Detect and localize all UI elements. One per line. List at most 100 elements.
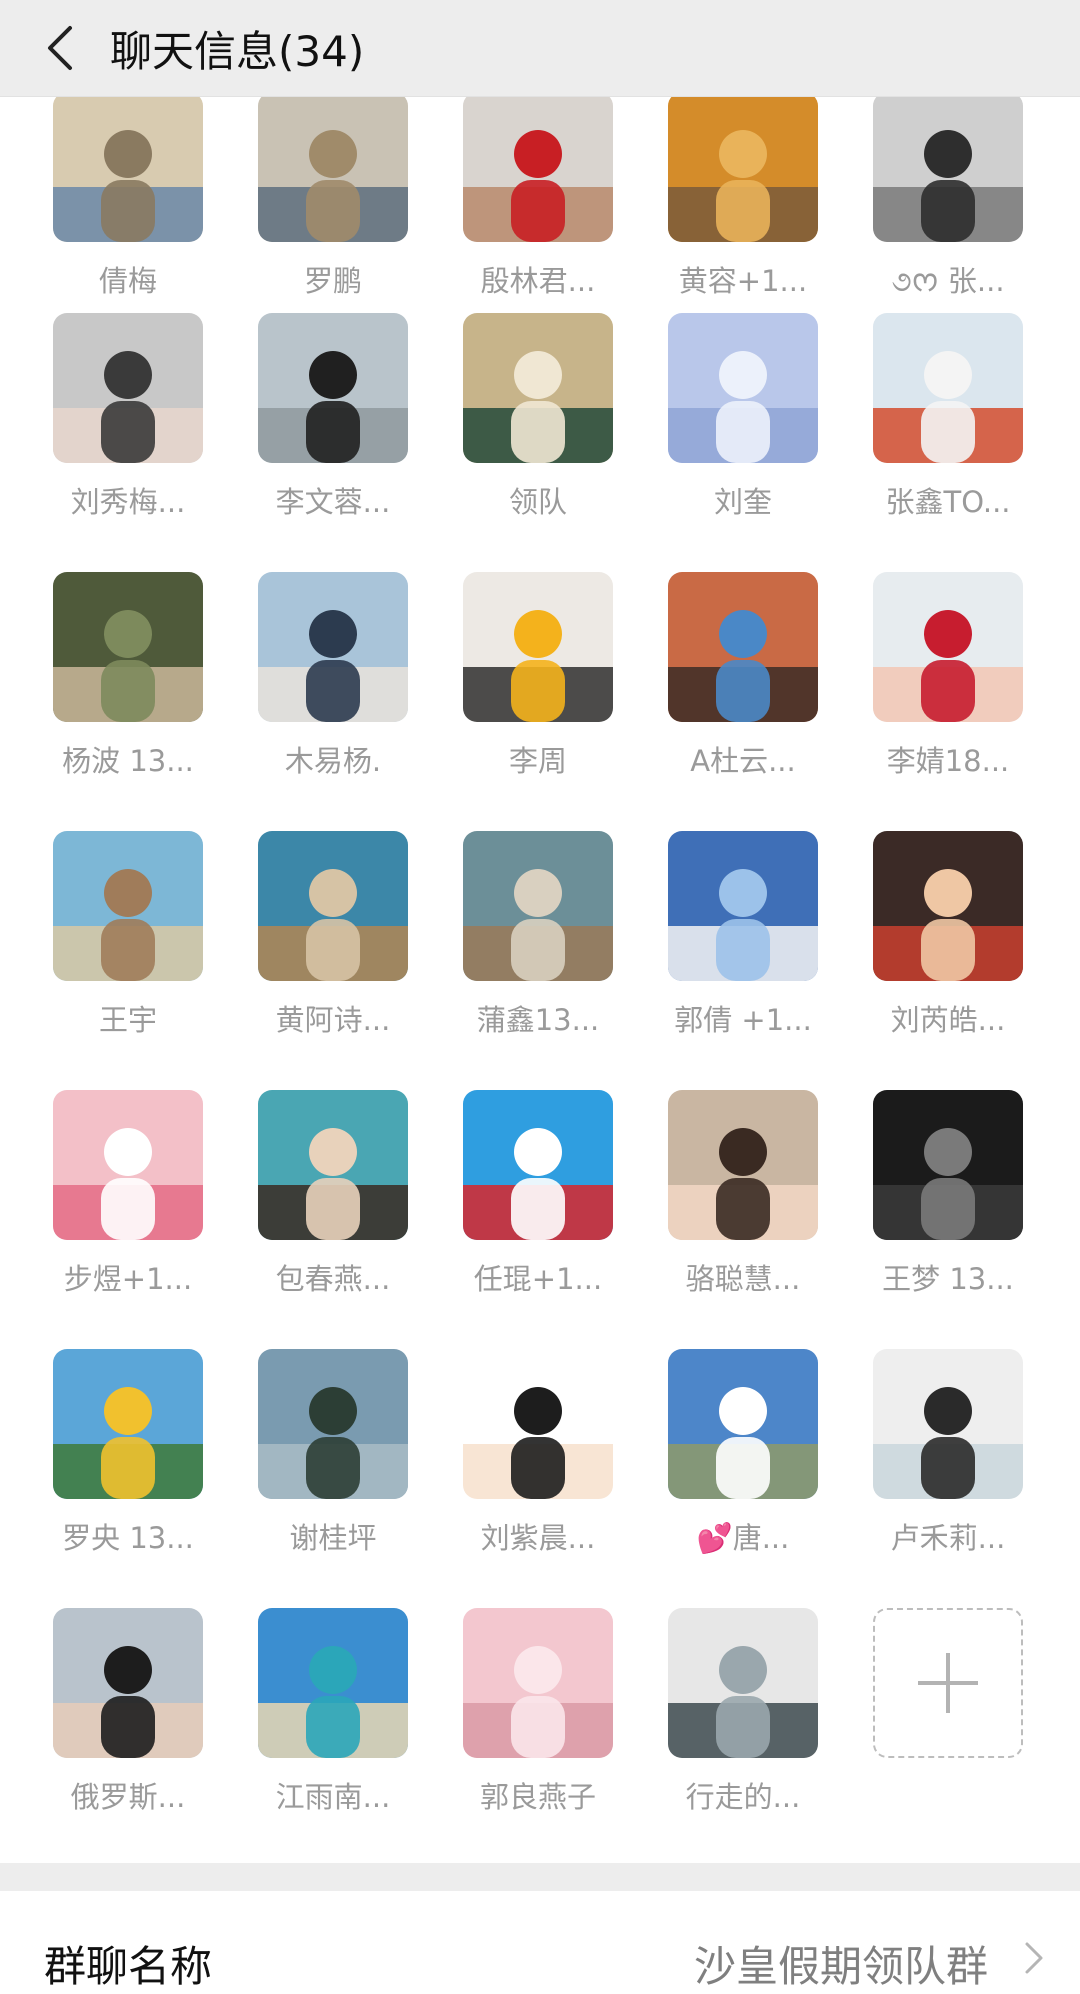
member-avatar — [668, 1349, 818, 1499]
member-name: 俄罗斯... — [70, 1780, 186, 1814]
member-tile[interactable]: 领队 — [448, 313, 628, 543]
member-tile[interactable]: 谢桂坪 — [243, 1349, 423, 1579]
member-tile[interactable]: 刘奎 — [653, 313, 833, 543]
member-tile[interactable]: 木易杨. — [243, 572, 423, 802]
member-avatar — [258, 1608, 408, 1758]
member-avatar — [53, 96, 203, 242]
member-name: 任琨+1... — [473, 1262, 603, 1296]
member-avatar — [463, 572, 613, 722]
member-name: 李文蓉... — [275, 485, 391, 519]
member-tile[interactable]: 刘芮皓... — [858, 831, 1038, 1061]
member-tile[interactable]: 王宇 — [38, 831, 218, 1061]
member-tile[interactable]: 步煜+1... — [38, 1090, 218, 1320]
member-avatar — [463, 1349, 613, 1499]
section-divider — [0, 1863, 1080, 1891]
member-avatar — [463, 313, 613, 463]
member-name: 张鑫TO... — [885, 485, 1011, 519]
member-avatar — [463, 1608, 613, 1758]
member-name: A杜云... — [690, 744, 796, 778]
group-name-row[interactable]: 群聊名称 沙皇假期领队群 — [0, 1891, 1080, 1991]
member-name: 刘奎 — [713, 485, 772, 519]
member-name: 骆聪慧... — [685, 1262, 801, 1296]
member-avatar — [258, 1349, 408, 1499]
member-name: 刘芮皓... — [890, 1003, 1006, 1037]
group-name-label: 群聊名称 — [44, 1942, 213, 1991]
member-avatar — [668, 572, 818, 722]
member-tile[interactable]: 刘秀梅... — [38, 313, 218, 543]
member-name: 黄容+1... — [678, 264, 808, 298]
member-avatar — [873, 1090, 1023, 1240]
member-name: 刘秀梅... — [70, 485, 186, 519]
top-bar: 聊天信息(34) — [0, 0, 1080, 97]
member-tile[interactable]: 江雨南... — [243, 1608, 423, 1838]
member-name: 郭良燕子 — [479, 1780, 596, 1814]
member-tile[interactable]: 罗央 13... — [38, 1349, 218, 1579]
member-name: 罗鹏 — [303, 264, 362, 298]
member-avatar — [258, 313, 408, 463]
member-tile[interactable]: 刘紫晨... — [448, 1349, 628, 1579]
member-tile[interactable]: 倩梅 — [38, 96, 218, 322]
member-avatar — [258, 572, 408, 722]
chevron-right-icon — [1025, 1942, 1043, 1974]
member-name: 殷林君... — [480, 264, 596, 298]
chevron-left-icon — [48, 26, 72, 70]
member-name: 领队 — [508, 485, 567, 519]
member-tile[interactable]: 俄罗斯... — [38, 1608, 218, 1838]
member-tile[interactable]: 王梦 13... — [858, 1090, 1038, 1320]
member-tile[interactable]: 张鑫TO... — [858, 313, 1038, 543]
member-name: 王梦 13... — [882, 1262, 1014, 1296]
member-tile[interactable]: 李周 — [448, 572, 628, 802]
group-name-value: 沙皇假期领队群 — [693, 1942, 988, 1991]
add-member-button[interactable] — [858, 1608, 1038, 1838]
member-avatar — [53, 313, 203, 463]
member-avatar — [53, 572, 203, 722]
member-tile[interactable]: 李文蓉... — [243, 313, 423, 543]
member-name: 木易杨. — [284, 744, 382, 778]
member-tile[interactable]: 杨波 13... — [38, 572, 218, 802]
member-tile[interactable]: 郭良燕子 — [448, 1608, 628, 1838]
plus-icon — [873, 1608, 1023, 1758]
member-name: 罗央 13... — [62, 1521, 194, 1555]
member-avatar — [873, 831, 1023, 981]
member-name: 行走的... — [685, 1780, 801, 1814]
member-avatar — [668, 313, 818, 463]
member-name: 刘紫晨... — [480, 1521, 596, 1555]
page-title: 聊天信息(34) — [110, 26, 365, 76]
member-tile[interactable]: 行走的... — [653, 1608, 833, 1838]
member-avatar — [873, 1349, 1023, 1499]
member-tile[interactable]: 殷林君... — [448, 96, 628, 322]
member-tile[interactable]: A杜云... — [653, 572, 833, 802]
member-avatar — [463, 96, 613, 242]
member-avatar — [258, 1090, 408, 1240]
member-avatar — [463, 831, 613, 981]
member-tile[interactable]: 卢禾莉... — [858, 1349, 1038, 1579]
member-name: ૭ᰔ 张... — [891, 264, 1005, 298]
member-name: 王宇 — [98, 1003, 157, 1037]
member-avatar — [53, 1608, 203, 1758]
member-tile[interactable]: 骆聪慧... — [653, 1090, 833, 1320]
member-name: 李周 — [508, 744, 567, 778]
member-tile[interactable]: 黄阿诗... — [243, 831, 423, 1061]
member-avatar — [463, 1090, 613, 1240]
member-avatar — [873, 572, 1023, 722]
member-tile[interactable]: ૭ᰔ 张... — [858, 96, 1038, 322]
member-grid: 倩梅 罗鹏 殷林君... 黄容+1... ૭ᰔ 张... 刘秀梅... 李文蓉... 领队 刘奎… — [0, 96, 1080, 1863]
member-avatar — [668, 96, 818, 242]
member-tile[interactable]: 任琨+1... — [448, 1090, 628, 1320]
member-name: 卢禾莉... — [890, 1521, 1006, 1555]
member-tile[interactable]: 黄容+1... — [653, 96, 833, 322]
member-name: 倩梅 — [98, 264, 157, 298]
member-tile[interactable]: 李婧18... — [858, 572, 1038, 802]
member-tile[interactable]: 包春燕... — [243, 1090, 423, 1320]
member-avatar — [668, 831, 818, 981]
member-tile[interactable]: 郭倩 +1... — [653, 831, 833, 1061]
member-name: 黄阿诗... — [275, 1003, 391, 1037]
member-name: 谢桂坪 — [289, 1521, 377, 1555]
back-button[interactable] — [30, 18, 90, 78]
member-tile[interactable]: 罗鹏 — [243, 96, 423, 322]
member-tile[interactable]: 💕唐... — [653, 1349, 833, 1579]
member-tile[interactable]: 蒲鑫13... — [448, 831, 628, 1061]
member-name: 江雨南... — [275, 1780, 391, 1814]
member-avatar — [873, 313, 1023, 463]
member-avatar — [53, 831, 203, 981]
